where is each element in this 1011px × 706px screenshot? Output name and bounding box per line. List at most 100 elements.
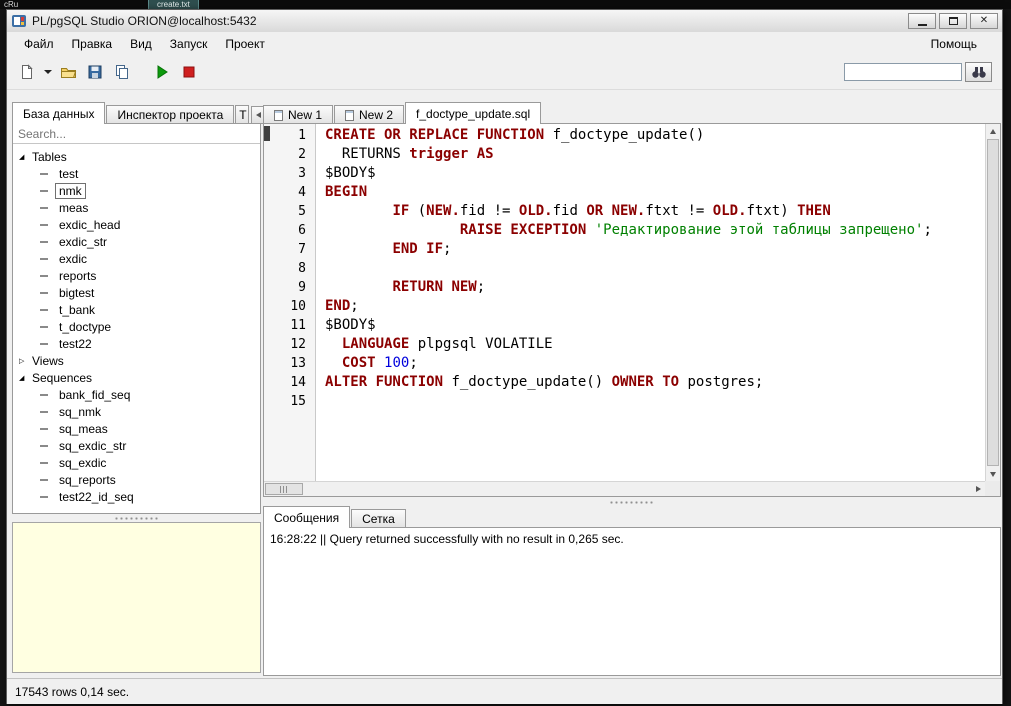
tree-item-test[interactable]: test xyxy=(13,165,260,182)
tree-item-nmk[interactable]: nmk xyxy=(13,182,260,199)
code-line: RETURNS trigger AS xyxy=(325,145,985,164)
tree-item-exdic_str[interactable]: exdic_str xyxy=(13,233,260,250)
tree-group-tables[interactable]: ◢Tables xyxy=(13,148,260,165)
line-number: 2 xyxy=(264,145,315,164)
tree-item-t_doctype[interactable]: t_doctype xyxy=(13,318,260,335)
tree-item-test22_id_seq[interactable]: test22_id_seq xyxy=(13,488,260,505)
menu-item-запуск[interactable]: Запуск xyxy=(161,34,217,54)
tree-item-meas[interactable]: meas xyxy=(13,199,260,216)
document-icon xyxy=(274,110,283,121)
gutter: 123456789101112131415 xyxy=(264,124,316,481)
close-button[interactable]: ✕ xyxy=(970,13,998,29)
tree-item-bigtest[interactable]: bigtest xyxy=(13,284,260,301)
tree-item-exdic_head[interactable]: exdic_head xyxy=(13,216,260,233)
tree-item-sq_exdic[interactable]: sq_exdic xyxy=(13,454,260,471)
code-line: RETURN NEW; xyxy=(325,278,985,297)
tree-item-sq_reports[interactable]: sq_reports xyxy=(13,471,260,488)
code-line: END IF; xyxy=(325,240,985,259)
menu-item-файл[interactable]: Файл xyxy=(15,34,63,54)
tree-item-reports[interactable]: reports xyxy=(13,267,260,284)
minimize-button[interactable] xyxy=(908,13,936,29)
app-window: PL/pgSQL Studio ORION@localhost:5432 ✕ Ф… xyxy=(6,9,1003,704)
save-button[interactable] xyxy=(83,60,107,84)
horizontal-scroll-thumb[interactable] xyxy=(265,483,303,495)
tree-item-icon xyxy=(40,445,48,447)
stop-button[interactable] xyxy=(177,60,201,84)
database-panel: ◢Tablestestnmkmeasexdic_headexdic_strexd… xyxy=(12,123,261,514)
line-number: 4 xyxy=(264,183,315,202)
tree-item-icon xyxy=(40,207,48,209)
scroll-right-button[interactable] xyxy=(971,482,985,496)
horizontal-scrollbar[interactable] xyxy=(264,481,985,496)
tree-item-icon xyxy=(40,343,48,345)
new-document-button[interactable] xyxy=(15,60,39,84)
app-icon xyxy=(11,13,27,29)
tree-item-sq_meas[interactable]: sq_meas xyxy=(13,420,260,437)
bottom-tab-сетка[interactable]: Сетка xyxy=(351,509,406,528)
line-number: 14 xyxy=(264,373,315,392)
bottom-splitter[interactable] xyxy=(263,499,1001,505)
tree-item-exdic[interactable]: exdic xyxy=(13,250,260,267)
vertical-scroll-thumb[interactable] xyxy=(987,139,999,466)
expand-icon[interactable]: ▷ xyxy=(19,357,32,365)
new-document-icon xyxy=(19,64,35,80)
scroll-down-button[interactable] xyxy=(986,467,1000,481)
code-area[interactable]: CREATE OR REPLACE FUNCTION f_doctype_upd… xyxy=(325,124,985,481)
tree-item-icon xyxy=(40,394,48,396)
tree-item-test22[interactable]: test22 xyxy=(13,335,260,352)
status-text: 17543 rows 0,14 sec. xyxy=(15,685,129,699)
menu-item-проект[interactable]: Проект xyxy=(216,34,274,54)
tree-search-input[interactable] xyxy=(13,124,260,144)
tree: ◢Tablestestnmkmeasexdic_headexdic_strexd… xyxy=(13,145,260,513)
editor-tab-f_doctype_update-sql[interactable]: f_doctype_update.sql xyxy=(405,102,541,124)
code-line: ALTER FUNCTION f_doctype_update() OWNER … xyxy=(325,373,985,392)
open-folder-icon xyxy=(60,64,77,80)
message-line: 16:28:22 || Query returned successfully … xyxy=(264,528,1000,550)
arrow-down-icon xyxy=(990,472,996,477)
menu-item-правка[interactable]: Правка xyxy=(63,34,122,54)
collapse-icon[interactable]: ◢ xyxy=(19,374,32,382)
toolbar-search-input[interactable] xyxy=(844,63,962,81)
tree-group-sequences[interactable]: ◢Sequences xyxy=(13,369,260,386)
tree-item-sq_nmk[interactable]: sq_nmk xyxy=(13,403,260,420)
tree-item-bank_fid_seq[interactable]: bank_fid_seq xyxy=(13,386,260,403)
tree-item-icon xyxy=(40,479,48,481)
code-line: $BODY$ xyxy=(325,316,985,335)
background-window-strip: cRu create.txt xyxy=(0,0,1011,9)
code-line: RAISE EXCEPTION 'Редактирование этой таб… xyxy=(325,221,985,240)
copy-button[interactable] xyxy=(110,60,134,84)
left-splitter[interactable] xyxy=(12,515,261,521)
tree-item-icon xyxy=(40,309,48,311)
left-tab-инспектор-проекта[interactable]: Инспектор проекта xyxy=(106,105,234,124)
background-window-tab[interactable]: create.txt xyxy=(148,0,199,9)
line-number: 13 xyxy=(264,354,315,373)
copy-icon xyxy=(114,64,130,80)
open-file-button[interactable] xyxy=(56,60,80,84)
menu-item-help[interactable]: Помощь xyxy=(922,34,986,54)
vertical-scrollbar[interactable] xyxy=(985,124,1000,481)
titlebar[interactable]: PL/pgSQL Studio ORION@localhost:5432 ✕ xyxy=(7,10,1002,33)
tree-group-views[interactable]: ▷Views xyxy=(13,352,260,369)
collapse-icon[interactable]: ◢ xyxy=(19,153,32,161)
code-line xyxy=(325,392,985,411)
tree-item-sq_exdic_str[interactable]: sq_exdic_str xyxy=(13,437,260,454)
left-tab-база-данных[interactable]: База данных xyxy=(12,102,105,124)
toolbar xyxy=(7,55,1002,90)
editor-tab-new-2[interactable]: New 2 xyxy=(334,105,404,124)
bottom-tab-сообщения[interactable]: Сообщения xyxy=(263,506,350,528)
scroll-up-button[interactable] xyxy=(986,124,1000,138)
tree-item-t_bank[interactable]: t_bank xyxy=(13,301,260,318)
run-button[interactable] xyxy=(150,60,174,84)
left-tab-т[interactable]: Т xyxy=(235,105,249,124)
find-button[interactable] xyxy=(965,62,992,82)
code-line xyxy=(325,259,985,278)
editor-tabs-holder: New 1New 2f_doctype_update.sql xyxy=(263,102,542,124)
background-window-text: cRu xyxy=(4,0,18,9)
editor-tab-new-1[interactable]: New 1 xyxy=(263,105,333,124)
menu-item-вид[interactable]: Вид xyxy=(121,34,161,54)
line-number: 10 xyxy=(264,297,315,316)
new-document-dropdown[interactable] xyxy=(42,60,53,84)
document-icon xyxy=(345,110,354,121)
maximize-button[interactable] xyxy=(939,13,967,29)
grip-icon xyxy=(280,486,289,493)
